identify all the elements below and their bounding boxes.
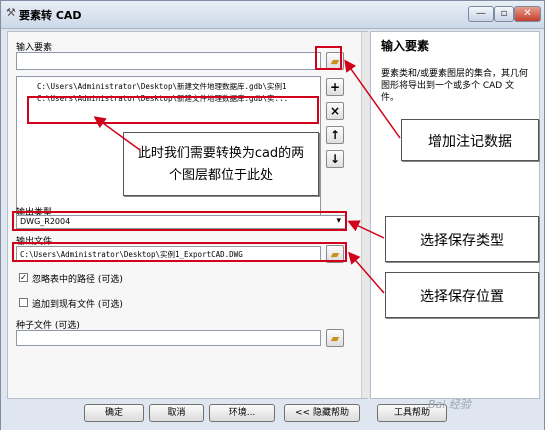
tool-hammer-icon: ⚒ — [6, 6, 16, 19]
input-features-field[interactable] — [16, 52, 321, 70]
highlight-input-rows — [27, 96, 319, 124]
arrow-down-icon: ↓ — [329, 152, 341, 166]
ok-button[interactable]: 确定 — [84, 404, 144, 422]
move-up-button[interactable]: ↑ — [326, 126, 344, 144]
remove-item-button[interactable]: × — [326, 102, 344, 120]
list-item[interactable]: C:\Users\Administrator\Desktop\新建文件地理数据库… — [37, 81, 287, 92]
move-down-button[interactable]: ↓ — [326, 150, 344, 168]
arrow-up-icon: ↑ — [329, 128, 341, 142]
watermark: Bai 经验 — [428, 398, 471, 411]
cross-icon: × — [329, 104, 341, 118]
maximize-button[interactable]: ▫ — [494, 6, 514, 22]
help-title: 输入要素 — [381, 39, 430, 53]
highlight-add-button — [315, 46, 342, 70]
seed-file-field[interactable] — [16, 330, 321, 346]
highlight-output-file — [12, 242, 347, 262]
ignore-paths-checkbox[interactable]: ✓ — [19, 273, 28, 282]
hide-help-button[interactable]: << 隐藏帮助 — [284, 404, 360, 422]
cancel-button[interactable]: 取消 — [149, 404, 204, 422]
environments-button[interactable]: 环境... — [209, 404, 275, 422]
callout-save-type: 选择保存类型 — [385, 216, 539, 262]
close-button[interactable]: ✕ — [514, 6, 541, 22]
minimize-button[interactable]: — — [468, 6, 494, 22]
title-bar: ⚒ 要素转 CAD — ▫ ✕ — [1, 1, 544, 29]
plus-icon: + — [329, 80, 341, 94]
folder-open-icon: ▰ — [330, 332, 340, 345]
callout-save-location: 选择保存位置 — [385, 272, 539, 318]
callout-layers: 此时我们需要转换为cad的两个图层都位于此处 — [123, 132, 319, 196]
callout-add-annotation: 增加注记数据 — [401, 119, 539, 161]
highlight-output-type — [12, 211, 347, 231]
help-panel: 输入要素 要素类和/或要素图层的集合，其几何图形将导出到一个或多个 CAD 文件… — [370, 31, 540, 399]
seed-browse-button[interactable]: ▰ — [326, 329, 344, 347]
ignore-paths-label: 忽略表中的路径 (可选) — [32, 275, 123, 285]
append-label: 追加到现有文件 (可选) — [32, 300, 123, 310]
append-checkbox[interactable] — [19, 298, 28, 307]
check-icon: ✓ — [20, 273, 27, 282]
panel-scrollbar[interactable] — [361, 32, 369, 398]
window-title: 要素转 CAD — [19, 9, 82, 22]
add-item-button[interactable]: + — [326, 78, 344, 96]
help-text: 要素类和/或要素图层的集合，其几何图形将导出到一个或多个 CAD 文件。 — [381, 69, 529, 103]
